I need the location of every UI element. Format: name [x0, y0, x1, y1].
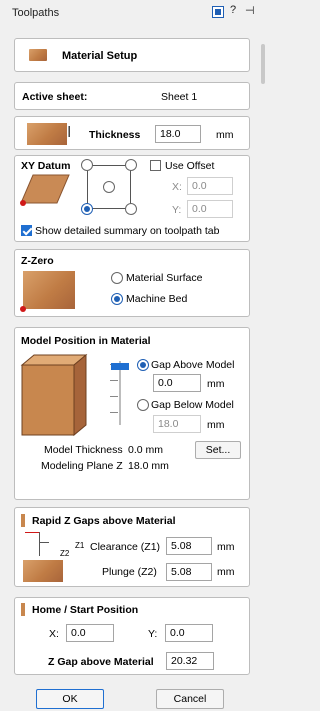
model-slider-track [119, 361, 121, 425]
gap-below-input[interactable]: 18.0 [153, 415, 201, 433]
clearance-label: Clearance (Z1) [90, 541, 161, 553]
home-y-label: Y: [148, 628, 158, 640]
home-position-panel: Home / Start Position X: 0.0 Y: 0.0 Z Ga… [14, 597, 250, 675]
show-summary-checkbox[interactable] [21, 225, 32, 236]
modeling-plane-value: 18.0 mm [128, 460, 169, 472]
datum-center-radio[interactable] [103, 181, 115, 193]
model-thickness-label: Model Thickness [44, 444, 123, 456]
gap-above-label: Gap Above Model [151, 359, 235, 371]
z-zero-title: Z-Zero [21, 255, 54, 267]
material-surface-radio[interactable] [111, 272, 123, 284]
clearance-unit: mm [217, 541, 235, 553]
offset-y-input[interactable]: 0.0 [187, 200, 233, 218]
pin-icon[interactable]: ⊣ [245, 4, 255, 17]
offset-y-label: Y: [172, 204, 182, 216]
material-setup-header[interactable]: Material Setup [14, 38, 250, 72]
gap-below-radio[interactable] [137, 399, 149, 411]
thickness-illustration [27, 123, 67, 145]
z-gap-input[interactable]: 20.32 [166, 652, 214, 670]
clearance-input[interactable]: 5.08 [166, 537, 212, 555]
thickness-input[interactable]: 18.0 [155, 125, 201, 143]
machine-bed-label: Machine Bed [126, 293, 188, 305]
datum-top-right-radio[interactable] [125, 159, 137, 171]
home-x-input[interactable]: 0.0 [66, 624, 114, 642]
cancel-button[interactable]: Cancel [156, 689, 224, 709]
z-zero-origin-icon [20, 306, 26, 312]
plunge-unit: mm [217, 566, 235, 578]
set-button[interactable]: Set... [195, 441, 241, 459]
dock-icon[interactable] [212, 6, 224, 18]
model-position-panel: Model Position in Material Gap Above Mod… [14, 327, 250, 500]
plunge-input[interactable]: 5.08 [166, 563, 212, 581]
material-surface-label: Material Surface [126, 272, 203, 284]
home-x-label: X: [49, 628, 59, 640]
plunge-label: Plunge (Z2) [102, 566, 157, 578]
gap-below-unit: mm [207, 419, 225, 431]
offset-x-label: X: [172, 181, 182, 193]
active-sheet-panel: Active sheet: Sheet 1 [14, 82, 250, 110]
machine-bed-radio[interactable] [111, 293, 123, 305]
title-bar: Toolpaths ? ⊣ [0, 0, 267, 24]
modeling-plane-label: Modeling Plane Z [41, 460, 123, 472]
home-position-title: Home / Start Position [32, 604, 139, 616]
xy-datum-title: XY Datum [21, 160, 71, 172]
offset-x-input[interactable]: 0.0 [187, 177, 233, 195]
model-slider-handle[interactable] [111, 363, 129, 370]
active-sheet-value: Sheet 1 [161, 91, 198, 103]
scrollbar[interactable] [259, 24, 267, 711]
thickness-dimension-icon: I [67, 124, 72, 141]
gap-below-label: Gap Below Model [151, 399, 234, 411]
z-zero-panel: Z-Zero Material Surface Machine Bed [14, 249, 250, 317]
use-offset-label: Use Offset [165, 160, 215, 172]
thickness-label: Thickness [89, 129, 141, 141]
scrollbar-thumb[interactable] [261, 44, 265, 84]
thickness-unit: mm [216, 129, 234, 141]
help-icon[interactable]: ? [230, 4, 236, 16]
gap-above-input[interactable]: 0.0 [153, 374, 201, 392]
rapid-z-gaps-panel: Rapid Z Gaps above Material Z1 Z2 Cleara… [14, 507, 250, 587]
datum-plate-icon [20, 174, 70, 206]
window-title: Toolpaths [12, 7, 60, 19]
show-summary-label: Show detailed summary on toolpath tab [35, 225, 220, 237]
z-gap-label: Z Gap above Material [48, 656, 154, 668]
home-y-input[interactable]: 0.0 [165, 624, 213, 642]
xy-datum-panel: XY Datum Use Offset X: 0.0 Y: 0.0 Show d… [14, 155, 250, 242]
material-setup-label: Material Setup [62, 50, 138, 62]
gap-above-radio[interactable] [137, 359, 149, 371]
z2-tag: Z2 [60, 549, 70, 558]
model-position-title: Model Position in Material [21, 335, 151, 347]
model-thickness-value: 0.0 mm [128, 444, 164, 456]
datum-top-left-radio[interactable] [81, 159, 93, 171]
z-zero-block-icon [23, 271, 75, 309]
datum-bottom-right-radio[interactable] [125, 203, 137, 215]
thickness-panel: I Thickness 18.0 mm [14, 116, 250, 150]
ok-button[interactable]: OK [36, 689, 104, 709]
active-sheet-label: Active sheet: [22, 91, 88, 103]
home-tool-icon [21, 603, 25, 616]
material-block-icon [29, 49, 47, 61]
use-offset-checkbox[interactable] [150, 160, 161, 171]
z1-tag: Z1 [75, 541, 85, 550]
model-material-icon [20, 353, 88, 437]
rapid-gaps-material-icon [23, 560, 63, 582]
datum-bottom-left-radio[interactable] [81, 203, 93, 215]
rapid-gaps-title: Rapid Z Gaps above Material [32, 515, 176, 527]
gap-above-unit: mm [207, 378, 225, 390]
rapid-gaps-tool-icon [21, 514, 25, 527]
